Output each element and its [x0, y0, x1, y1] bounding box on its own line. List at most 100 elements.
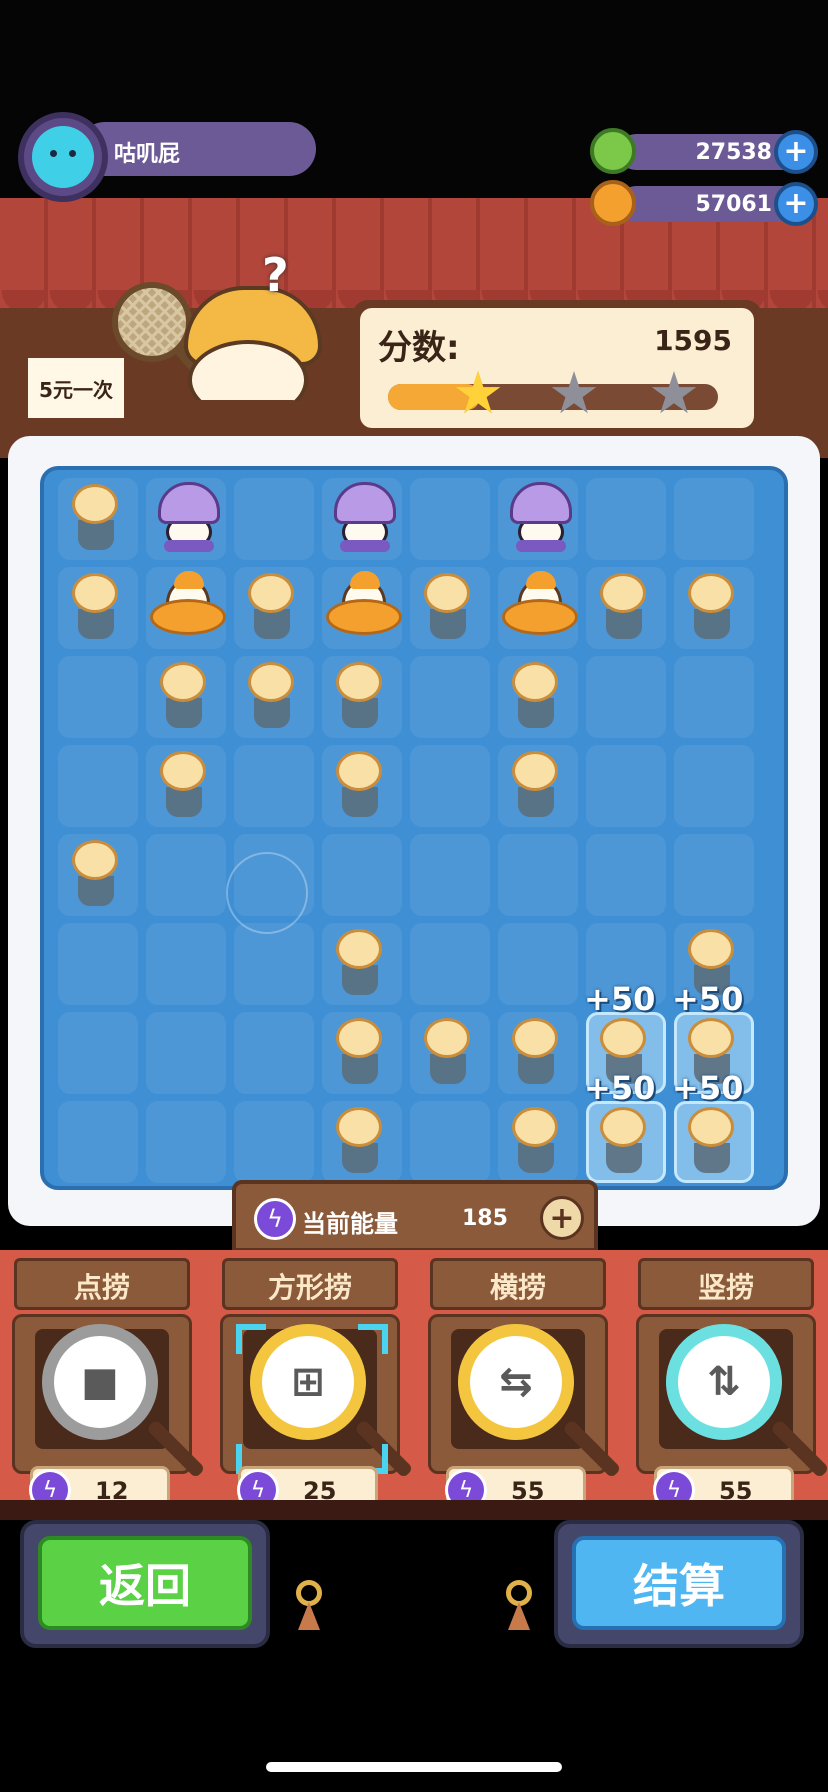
duck-piece[interactable] — [150, 571, 226, 641]
board-cell[interactable] — [410, 745, 490, 827]
board-cell[interactable] — [410, 834, 490, 916]
jellyfish-piece[interactable] — [594, 571, 658, 641]
jellyfish-piece[interactable] — [66, 571, 130, 641]
board-cell[interactable] — [234, 923, 314, 1005]
score-board: 分数: 1595 ★ ★ ★ — [352, 300, 762, 436]
home-indicator[interactable] — [266, 1762, 562, 1772]
jellyfish-piece[interactable] — [594, 1105, 658, 1175]
player-profile[interactable]: 咕叽屁 — [18, 112, 316, 202]
jellyfish-head — [336, 1107, 382, 1147]
jellyfish-piece[interactable] — [418, 571, 482, 641]
jellyfish-piece[interactable] — [506, 1105, 570, 1175]
jellyfish-piece[interactable] — [682, 1105, 746, 1175]
duck-piece[interactable] — [502, 571, 578, 641]
board-cell[interactable] — [234, 478, 314, 560]
jellyfish-piece[interactable] — [506, 660, 570, 730]
board-cell[interactable] — [234, 745, 314, 827]
add-gems-button[interactable]: + — [774, 182, 818, 226]
penguin-piece[interactable] — [506, 482, 572, 552]
jellyfish-tentacles — [606, 1143, 642, 1173]
board-cell[interactable] — [498, 834, 578, 916]
duck-piece[interactable] — [326, 571, 402, 641]
board-cell[interactable] — [410, 478, 490, 560]
star-icon-3: ★ — [648, 359, 700, 427]
board-cell[interactable] — [146, 834, 226, 916]
tool-horizontal[interactable]: 横捞 ⇆ ϟ 55 — [420, 1254, 622, 1518]
board-cell[interactable] — [674, 478, 754, 560]
board-cell[interactable] — [58, 923, 138, 1005]
settle-button[interactable]: 结算 — [572, 1536, 786, 1630]
board-cell[interactable] — [586, 478, 666, 560]
jellyfish-piece[interactable] — [154, 660, 218, 730]
jellyfish-piece[interactable] — [506, 1016, 570, 1086]
board-cell[interactable] — [586, 834, 666, 916]
currency-value: 57061 — [695, 192, 772, 217]
board-cell[interactable] — [410, 1101, 490, 1183]
board-cell[interactable] — [586, 745, 666, 827]
back-button-frame: 返回 — [20, 1520, 270, 1648]
board-cell[interactable] — [146, 923, 226, 1005]
add-energy-button[interactable]: + — [540, 1196, 584, 1240]
tool-vertical[interactable]: 竖捞 ⇅ ϟ 55 — [628, 1254, 828, 1518]
board-cell[interactable] — [58, 1101, 138, 1183]
board-cell[interactable] — [674, 834, 754, 916]
planet-gem-icon — [590, 180, 636, 226]
swim-ring — [326, 599, 402, 635]
tool-point[interactable]: 点捞 ■ ϟ 12 — [4, 1254, 206, 1518]
board-cell[interactable] — [586, 656, 666, 738]
jellyfish-piece[interactable] — [330, 927, 394, 997]
board-cell[interactable] — [322, 834, 402, 916]
hanging-tag — [292, 1580, 326, 1630]
game-board[interactable]: +50 +50 +50 +50 — [40, 466, 788, 1190]
board-cell[interactable] — [234, 1101, 314, 1183]
jellyfish-piece[interactable] — [330, 660, 394, 730]
board-cell[interactable] — [146, 1012, 226, 1094]
add-coins-button[interactable]: + — [774, 130, 818, 174]
jellyfish-piece[interactable] — [242, 660, 306, 730]
penguin-belt — [164, 540, 214, 552]
character-body — [182, 400, 312, 440]
board-cell[interactable] — [410, 656, 490, 738]
board-cell[interactable] — [410, 923, 490, 1005]
board-cell[interactable] — [498, 923, 578, 1005]
board-cell[interactable] — [146, 1101, 226, 1183]
jellyfish-tentacles — [430, 1054, 466, 1084]
avatar[interactable] — [18, 112, 108, 202]
jellyfish-piece[interactable] — [418, 1016, 482, 1086]
jellyfish-head — [160, 662, 206, 702]
duck-cap — [350, 571, 380, 589]
jellyfish-piece[interactable] — [242, 571, 306, 641]
board-cell[interactable] — [674, 745, 754, 827]
board-cell[interactable] — [674, 656, 754, 738]
jellyfish-head — [72, 484, 118, 524]
donut-coin-icon — [590, 128, 636, 174]
board-cell[interactable] — [58, 656, 138, 738]
jellyfish-piece[interactable] — [154, 749, 218, 819]
jellyfish-piece[interactable] — [66, 482, 130, 552]
jellyfish-piece[interactable] — [66, 838, 130, 908]
jellyfish-tentacles — [342, 1143, 378, 1173]
jellyfish-head — [248, 573, 294, 613]
board-cell[interactable] — [58, 745, 138, 827]
jellyfish-head — [688, 1107, 734, 1147]
jellyfish-piece[interactable] — [682, 571, 746, 641]
jellyfish-piece[interactable] — [330, 1016, 394, 1086]
board-cell[interactable] — [234, 1012, 314, 1094]
jellyfish-piece[interactable] — [330, 1105, 394, 1175]
duck-cap — [526, 571, 556, 589]
tool-title: 方形捞 — [267, 1271, 352, 1304]
tool-square[interactable]: 方形捞⊞ϟ25 — [212, 1254, 414, 1518]
jellyfish-piece[interactable] — [506, 749, 570, 819]
penguin-piece[interactable] — [154, 482, 220, 552]
jellyfish-head — [72, 573, 118, 613]
back-button[interactable]: 返回 — [38, 1536, 252, 1630]
penguin-piece[interactable] — [330, 482, 396, 552]
energy-value: 185 — [462, 1206, 508, 1231]
jellyfish-piece[interactable] — [330, 749, 394, 819]
jellyfish-tentacles — [694, 1143, 730, 1173]
jellyfish-head — [688, 929, 734, 969]
magnifier-icon: ⇅ — [666, 1324, 782, 1440]
jellyfish-tentacles — [342, 787, 378, 817]
board-cell[interactable] — [58, 1012, 138, 1094]
jellyfish-tentacles — [518, 1054, 554, 1084]
